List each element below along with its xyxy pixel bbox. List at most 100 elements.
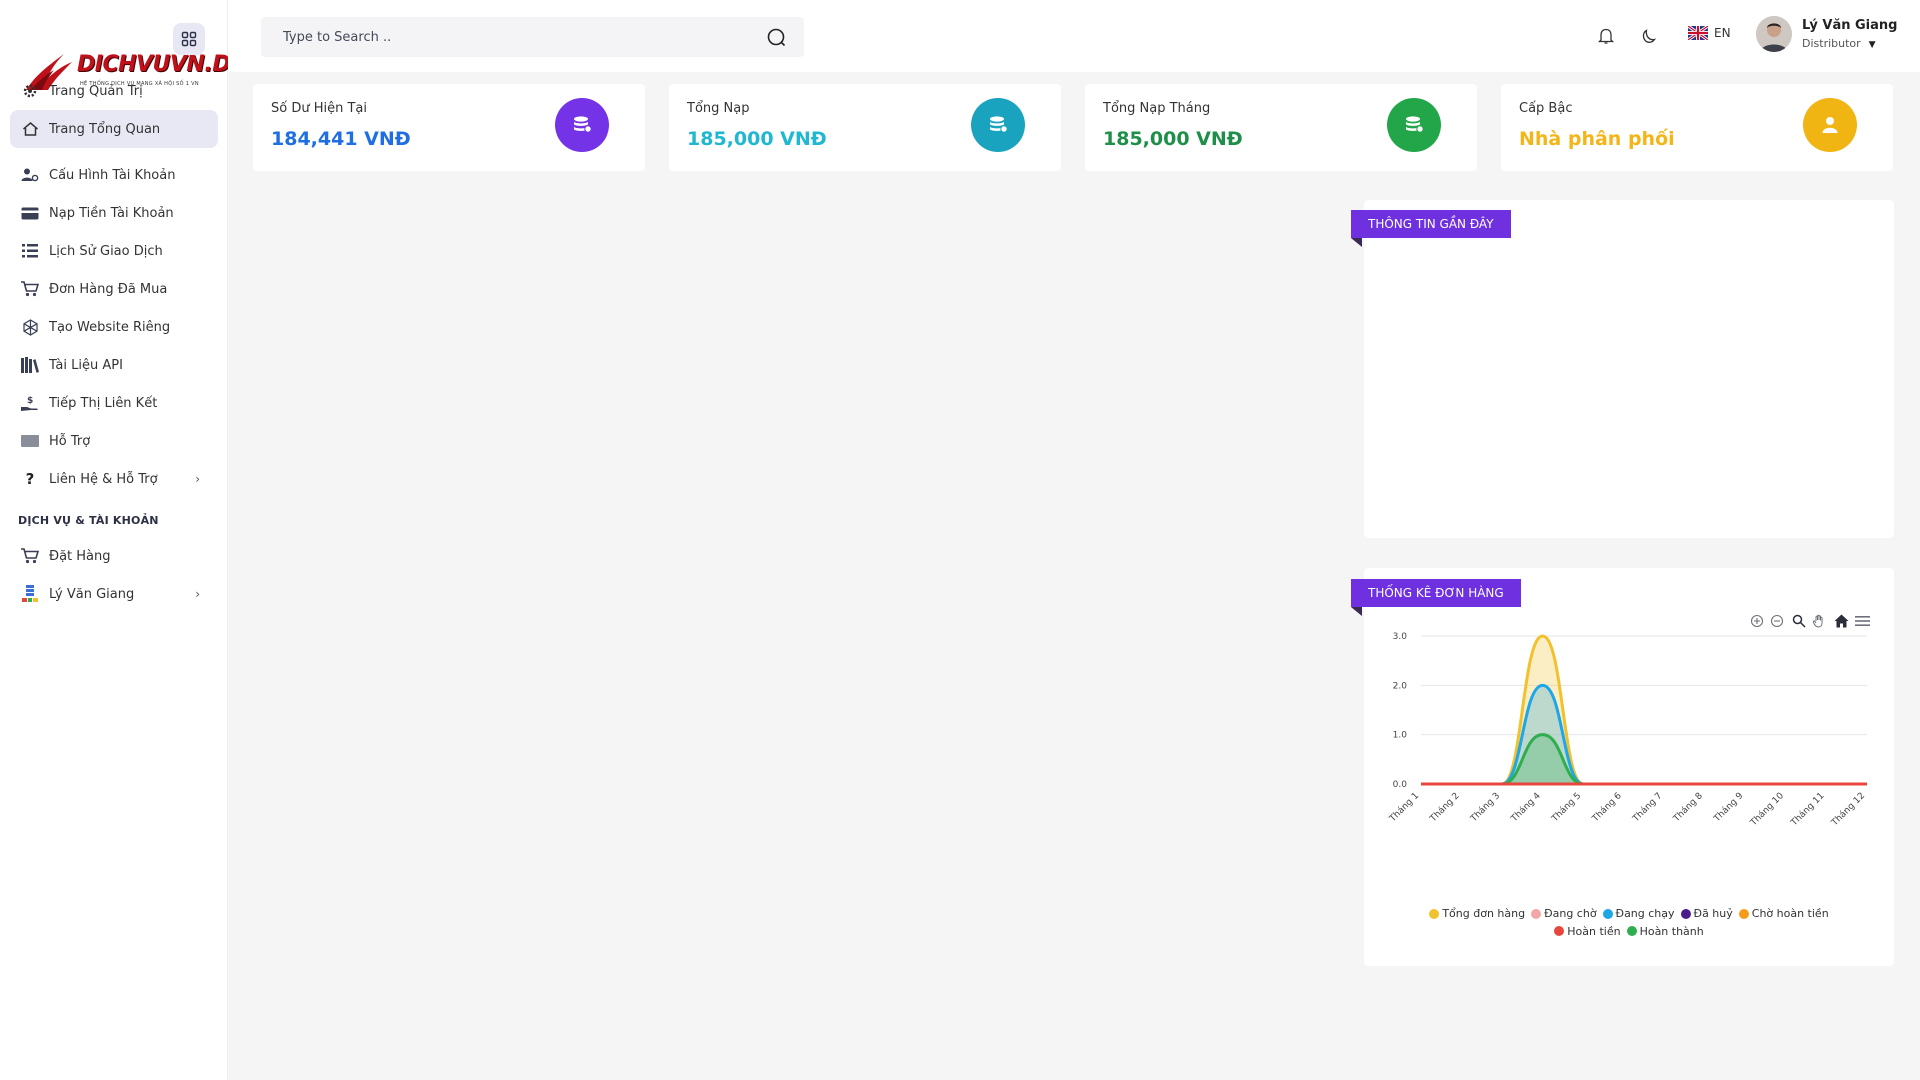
grid-icon bbox=[181, 31, 197, 47]
stat-card-monthly-topup: Tổng Nạp Tháng 185,000 VNĐ bbox=[1085, 84, 1477, 171]
panel-title: THÔNG TIN GẦN ĐÂY bbox=[1351, 210, 1511, 247]
user-name: Lý Văn Giang bbox=[1802, 18, 1898, 33]
stat-card-value: 185,000 VNĐ bbox=[1103, 128, 1243, 150]
sidebar-item-topup[interactable]: Nạp Tiền Tài Khoản bbox=[10, 194, 218, 232]
stat-card-value: 184,441 VNĐ bbox=[271, 128, 411, 150]
x-tick-label: Tháng 5 bbox=[1550, 791, 1584, 825]
sidebar-item-orders[interactable]: Đơn Hàng Đã Mua bbox=[10, 270, 218, 308]
topbar: EN Lý Văn Giang Distributor▼ bbox=[228, 0, 1920, 72]
dark-mode-moon-icon[interactable] bbox=[1638, 24, 1662, 48]
chart-legend: Tổng đơn hàng Đang chờ Đang chạy Đã huỷ Chờ … bbox=[1364, 907, 1894, 939]
legend-dot bbox=[1626, 926, 1637, 936]
hand-money-icon: $ bbox=[20, 393, 40, 413]
language-selector[interactable]: EN bbox=[1688, 26, 1731, 40]
legend-item[interactable]: Hoàn thành bbox=[1626, 924, 1704, 938]
caret-down-icon: ▼ bbox=[1868, 40, 1876, 50]
stat-card-label: Tổng Nạp Tháng bbox=[1103, 101, 1211, 116]
sidebar-item-label: Lịch Sử Giao Dịch bbox=[49, 243, 163, 259]
list-icon bbox=[20, 241, 40, 261]
sidebar-item-affiliate[interactable]: $ Tiếp Thị Liên Kết bbox=[10, 384, 218, 422]
search-input[interactable] bbox=[261, 29, 741, 45]
legend-dot bbox=[1602, 908, 1613, 919]
chevron-right-icon: › bbox=[195, 472, 200, 486]
sidebar-item-user-services[interactable]: Lý Văn Giang › bbox=[10, 575, 218, 613]
menu-toggle-button[interactable] bbox=[173, 23, 205, 55]
sidebar-item-label: Liên Hệ & Hỗ Trợ bbox=[49, 471, 158, 487]
sidebar-item-label: Lý Văn Giang bbox=[49, 586, 135, 602]
question-icon: ? bbox=[25, 470, 35, 488]
legend-label: Đang chạy bbox=[1615, 907, 1675, 920]
legend-item[interactable]: Hoàn tiền bbox=[1554, 924, 1621, 938]
coins-icon bbox=[555, 98, 609, 152]
series-area bbox=[1421, 636, 1867, 784]
sidebar-item-api-docs[interactable]: Tài Liệu API bbox=[10, 346, 218, 384]
recent-info-panel: THÔNG TIN GẦN ĐÂY bbox=[1351, 200, 1894, 538]
books-icon bbox=[20, 355, 40, 375]
notification-bell-icon[interactable] bbox=[1594, 24, 1618, 48]
sidebar-item-overview[interactable]: Trang Tổng Quan bbox=[10, 110, 218, 148]
series-line bbox=[1420, 733, 1867, 786]
legend-dot bbox=[1531, 908, 1542, 919]
x-tick-label: Tháng 8 bbox=[1671, 791, 1705, 825]
sidebar-item-label: Cấu Hình Tài Khoản bbox=[49, 167, 176, 183]
language-label: EN bbox=[1714, 26, 1731, 40]
legend-label: Đã huỷ bbox=[1693, 907, 1733, 920]
legend-dot bbox=[1429, 908, 1440, 919]
legend-item[interactable]: Đang chạy bbox=[1602, 907, 1675, 920]
legend-dot bbox=[1680, 908, 1691, 919]
x-tick-label: Tháng 9 bbox=[1712, 791, 1746, 825]
sidebar-item-label: Trang Tổng Quan bbox=[49, 121, 161, 137]
x-tick-label: Tháng 3 bbox=[1468, 791, 1502, 825]
x-tick-label: Tháng 7 bbox=[1631, 791, 1665, 825]
sidebar: DICHVUVN.DEV HỆ THỐNG DỊCH VỤ MẠNG XÃ HỘ… bbox=[0, 0, 262, 1080]
server-icon bbox=[20, 584, 40, 604]
sidebar-item-create-website[interactable]: Tạo Website Riêng bbox=[10, 308, 218, 346]
coins-icon bbox=[971, 98, 1025, 152]
sidebar-section-title: DỊCH VỤ & TÀI KHOẢN bbox=[18, 514, 159, 527]
y-tick-label: 3.0 bbox=[1393, 632, 1408, 642]
x-tick-label: Tháng 2 bbox=[1428, 791, 1462, 825]
sidebar-item-place-order[interactable]: Đặt Hàng bbox=[10, 537, 218, 575]
x-tick-label: Tháng 11 bbox=[1789, 791, 1827, 829]
legend-item[interactable]: Chờ hoàn tiền bbox=[1738, 907, 1829, 920]
gear-icon bbox=[20, 81, 40, 101]
sidebar-item-account-config[interactable]: Cấu Hình Tài Khoản bbox=[10, 156, 218, 194]
order-stats-panel: THỐNG KÊ ĐƠN HÀNG 0.0 1.0 2.0 3.0 Tháng 1 Thá… bbox=[1351, 568, 1894, 966]
x-tick-label: Tháng 12 bbox=[1829, 791, 1867, 829]
legend-dot bbox=[1554, 926, 1565, 936]
sidebar-menu: Trang Quản Trị Trang Tổng Quan Cấu Hình … bbox=[10, 72, 218, 613]
legend-item[interactable]: Đang chờ bbox=[1531, 907, 1597, 920]
legend-label: Tổng đơn hàng bbox=[1442, 907, 1526, 920]
sidebar-item-support[interactable]: Hỗ Trợ bbox=[10, 422, 218, 460]
sidebar-item-label: Trang Quản Trị bbox=[49, 83, 143, 99]
y-tick-label: 0.0 bbox=[1393, 780, 1408, 790]
ticket-icon bbox=[20, 431, 40, 451]
legend-label: Hoàn thành bbox=[1639, 924, 1704, 938]
x-tick-label: Tháng 1 bbox=[1387, 791, 1421, 825]
x-tick-label: Tháng 10 bbox=[1748, 791, 1786, 829]
legend-item[interactable]: Tổng đơn hàng bbox=[1429, 907, 1525, 920]
y-tick-label: 2.0 bbox=[1393, 681, 1408, 691]
sidebar-item-contact[interactable]: ? Liên Hệ & Hỗ Trợ › bbox=[10, 460, 218, 498]
user-icon bbox=[1803, 98, 1857, 152]
panel-title: THỐNG KÊ ĐƠN HÀNG bbox=[1351, 579, 1521, 616]
series-area bbox=[1421, 734, 1867, 784]
cart-icon bbox=[20, 279, 40, 299]
y-tick-label: 1.0 bbox=[1393, 731, 1408, 741]
stat-card-label: Số Dư Hiện Tại bbox=[271, 101, 367, 116]
stat-card-label: Tổng Nạp bbox=[687, 101, 750, 116]
user-menu[interactable]: Lý Văn Giang Distributor ▼ bbox=[1756, 16, 1897, 52]
sidebar-item-admin[interactable]: Trang Quản Trị bbox=[10, 72, 218, 110]
legend-label: Hoàn tiền bbox=[1567, 924, 1621, 938]
search-icon[interactable] bbox=[766, 27, 786, 51]
stat-card-value: Nhà phân phối bbox=[1519, 128, 1675, 150]
sidebar-item-transactions[interactable]: Lịch Sử Giao Dịch bbox=[10, 232, 218, 270]
sidebar-item-label: Hỗ Trợ bbox=[49, 433, 91, 449]
stat-card-total-topup: Tổng Nạp 185,000 VNĐ bbox=[669, 84, 1061, 171]
sidebar-item-label: Tài Liệu API bbox=[49, 357, 123, 373]
user-role: Distributor ▼ bbox=[1802, 37, 1876, 50]
users-cog-icon bbox=[20, 165, 40, 185]
legend-label: Đang chờ bbox=[1544, 907, 1597, 920]
chevron-right-icon: › bbox=[195, 587, 200, 601]
legend-item[interactable]: Đã huỷ bbox=[1680, 907, 1733, 920]
